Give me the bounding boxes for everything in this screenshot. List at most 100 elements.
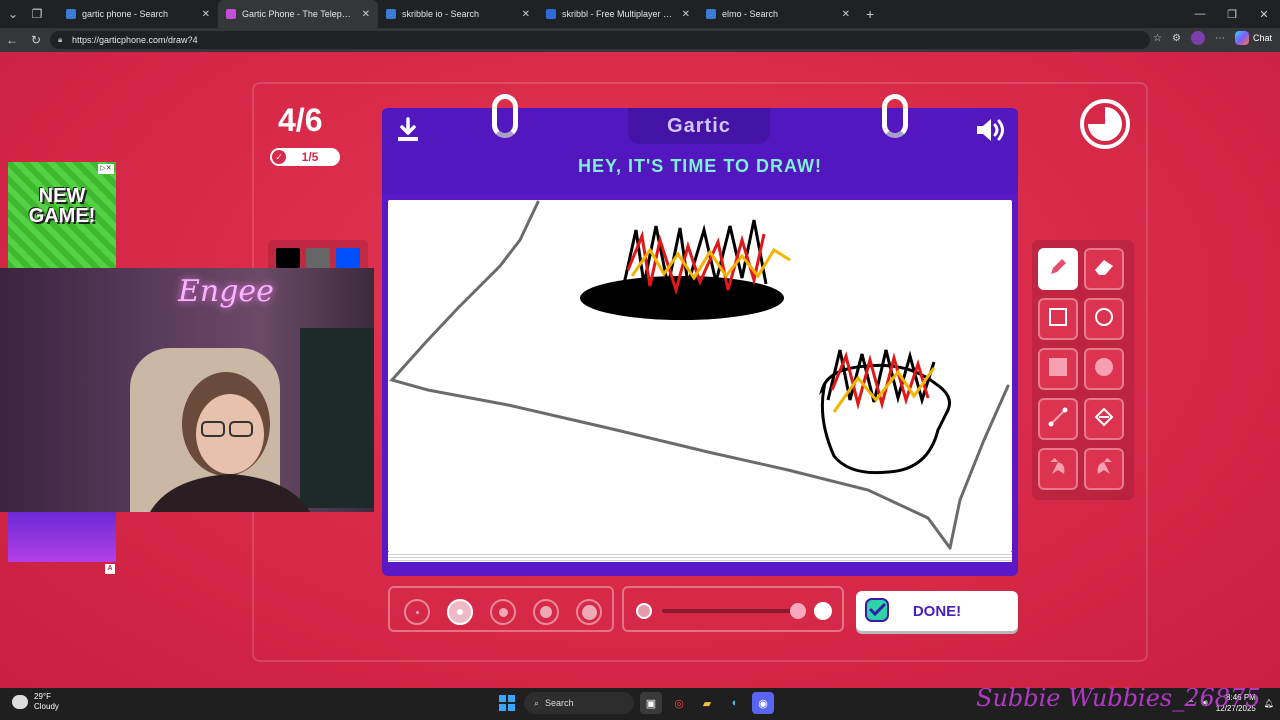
- players-done-count: 1/5: [301, 150, 319, 164]
- ellipse-outline-icon: [1093, 306, 1115, 333]
- tab-title: elmo - Search: [722, 9, 779, 19]
- window-controls: — ❐ ✕: [1184, 0, 1280, 28]
- browser-tab[interactable]: skribble io - Search ✕: [378, 0, 538, 28]
- brush-size-button[interactable]: [447, 599, 473, 625]
- chat-label: Chat: [1252, 33, 1272, 43]
- fill-bucket-tool-button[interactable]: [1084, 398, 1124, 440]
- brush-size-button[interactable]: [404, 599, 430, 625]
- taskbar-search-label: Search: [545, 698, 574, 708]
- more-menu-icon[interactable]: ⋯: [1215, 33, 1225, 44]
- stream-watermark: Subbie Wubbies_26875: [976, 684, 1261, 712]
- eraser-tool-button[interactable]: [1084, 248, 1124, 290]
- opacity-slider-handle[interactable]: [790, 603, 806, 619]
- ellipse-filled-tool-button[interactable]: [1084, 348, 1124, 390]
- discord-icon[interactable]: ◉: [752, 692, 774, 714]
- ad-close-icon[interactable]: ▷✕: [98, 164, 114, 174]
- brush-size-button[interactable]: [490, 599, 516, 625]
- workspaces-icon[interactable]: ❐: [26, 3, 48, 25]
- opacity-slider-panel: [622, 586, 844, 632]
- game-page: 4/6 ✓ 1/5 Gartic HEY, IT'S TIME TO DRAW!…: [0, 52, 1280, 688]
- opacity-track[interactable]: [662, 609, 802, 613]
- done-button[interactable]: DONE!: [856, 591, 1018, 631]
- restore-icon[interactable]: ❐: [1216, 0, 1248, 28]
- brush-size-button[interactable]: [533, 599, 559, 625]
- minimize-icon[interactable]: —: [1184, 0, 1216, 28]
- neon-sign: Engee: [178, 274, 274, 309]
- copilot-chat-button[interactable]: Chat: [1234, 31, 1272, 45]
- browser-tab[interactable]: skribbl - Free Multiplayer Drawing ✕: [538, 0, 698, 28]
- brush-size-dot-icon: [457, 609, 463, 615]
- rectangle-filled-icon: [1047, 356, 1069, 383]
- tab-close-icon[interactable]: ✕: [842, 9, 850, 20]
- copilot-icon: [1234, 31, 1249, 45]
- tool-panel: [1032, 240, 1134, 500]
- webcam-overlay: Engee: [0, 268, 374, 512]
- profile-avatar[interactable]: [1190, 31, 1205, 45]
- pencil-tool-button[interactable]: [1038, 248, 1078, 290]
- new-tab-button[interactable]: +: [866, 6, 874, 22]
- search-icon: ⌕: [534, 697, 540, 708]
- line-icon: [1047, 406, 1069, 433]
- app-icon[interactable]: ◎: [668, 692, 690, 714]
- tab-close-icon[interactable]: ✕: [522, 9, 530, 20]
- download-icon[interactable]: [394, 116, 422, 144]
- draw-prompt: HEY, IT'S TIME TO DRAW!: [578, 156, 822, 176]
- tab-close-icon[interactable]: ✕: [202, 9, 210, 20]
- done-label: DONE!: [912, 602, 962, 620]
- rectangle-filled-tool-button[interactable]: [1038, 348, 1078, 390]
- pencil-icon: [1047, 256, 1069, 283]
- start-button[interactable]: [496, 692, 518, 714]
- tab-close-icon[interactable]: ✕: [362, 9, 370, 20]
- url-field[interactable]: 🔒︎ https://garticphone.com/draw?4: [50, 31, 1150, 49]
- tab-title: Gartic Phone - The Telephone Game: [242, 9, 356, 19]
- site-info-icon[interactable]: 🔒︎: [58, 35, 62, 45]
- address-bar-row: ← ↻ 🔒︎ https://garticphone.com/draw?4 ☆ …: [0, 28, 1280, 52]
- drawing-canvas[interactable]: [388, 200, 1012, 552]
- tab-favicon-icon: [546, 9, 556, 19]
- browser-tab-bar: ⌄ ❐ gartic phone - Search ✕ Gartic Phone -…: [0, 0, 1280, 28]
- browser-tab[interactable]: Gartic Phone - The Telephone Game ✕: [218, 0, 378, 28]
- done-check-icon: [865, 598, 889, 622]
- browser-tab[interactable]: gartic phone - Search ✕: [58, 0, 218, 28]
- back-button[interactable]: ←: [0, 28, 24, 52]
- color-swatch[interactable]: [276, 248, 300, 268]
- opacity-max-icon: [814, 602, 832, 620]
- check-icon: ✓: [272, 150, 286, 164]
- brush-size-dot-icon: [498, 607, 508, 617]
- close-window-icon[interactable]: ✕: [1248, 0, 1280, 28]
- opacity-min-icon: [636, 603, 652, 619]
- side-ad[interactable]: NEW GAME! ▷✕: [8, 162, 116, 268]
- color-swatch[interactable]: [306, 248, 330, 268]
- redo-icon: [1092, 456, 1116, 483]
- rectangle-outline-tool-button[interactable]: [1038, 298, 1078, 340]
- ellipse-outline-tool-button[interactable]: [1084, 298, 1124, 340]
- redo-tool-button[interactable]: [1084, 448, 1124, 490]
- undo-tool-button[interactable]: [1038, 448, 1078, 490]
- line-tool-button[interactable]: [1038, 398, 1078, 440]
- extensions-icon[interactable]: ⚙: [1172, 33, 1181, 44]
- color-swatch[interactable]: [336, 248, 360, 268]
- eraser-icon: [1092, 256, 1116, 283]
- timer-clock-icon: [1080, 99, 1130, 149]
- side-ad-bottom[interactable]: [8, 512, 116, 562]
- weather-widget[interactable]: 29°F Cloudy: [12, 692, 59, 712]
- edge-browser-icon[interactable]: ◐: [724, 692, 746, 714]
- notebook-pages: [388, 552, 1012, 562]
- drawing-notebook: Gartic HEY, IT'S TIME TO DRAW!: [382, 94, 1018, 576]
- taskbar-search[interactable]: ⌕ Search: [524, 692, 634, 714]
- tab-list-chevron-icon[interactable]: ⌄: [2, 3, 24, 25]
- sound-icon[interactable]: [974, 116, 1006, 144]
- fill-bucket-icon: [1092, 406, 1116, 433]
- streamer-figure: [150, 372, 310, 512]
- table-edge-stroke: [948, 384, 1010, 550]
- notification-bell-icon[interactable]: 🔔︎: [1264, 699, 1274, 708]
- browser-tab[interactable]: elmo - Search ✕: [698, 0, 858, 28]
- brush-size-dot-icon: [581, 604, 597, 620]
- brush-size-panel: [388, 586, 614, 632]
- brush-size-button[interactable]: [576, 599, 602, 625]
- refresh-button[interactable]: ↻: [24, 28, 48, 52]
- file-explorer-icon[interactable]: ▰: [696, 692, 718, 714]
- favorite-star-icon[interactable]: ☆: [1153, 33, 1162, 44]
- tab-close-icon[interactable]: ✕: [682, 9, 690, 20]
- widgets-icon[interactable]: ▣: [640, 692, 662, 714]
